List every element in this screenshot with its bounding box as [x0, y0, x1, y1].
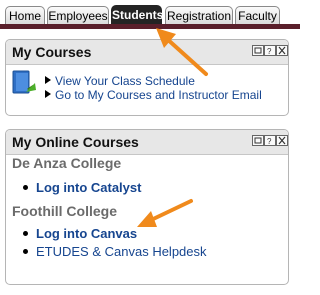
- svg-text:?: ?: [267, 47, 272, 55]
- main-tab-bar: Home Employees Students Registration Fac…: [0, 0, 300, 30]
- list-item: Log into Catalyst: [23, 180, 141, 195]
- tab-employees[interactable]: Employees: [47, 6, 109, 24]
- portlet-close-icon[interactable]: [276, 45, 288, 56]
- portlet-title: My Courses: [12, 44, 92, 60]
- bullet-icon: [23, 185, 28, 190]
- portlet-help-icon[interactable]: ?: [264, 135, 276, 146]
- etudes-canvas-helpdesk-link[interactable]: ETUDES & Canvas Helpdesk: [36, 244, 207, 259]
- view-class-schedule-link[interactable]: View Your Class Schedule: [55, 74, 195, 88]
- book-icon: [12, 68, 36, 103]
- portlet-header: My Online Courses ?: [6, 130, 288, 155]
- list-item: Go to My Courses and Instructor Email: [45, 88, 262, 102]
- portlet-edit-icon[interactable]: [252, 45, 264, 56]
- tab-students[interactable]: Students: [111, 5, 163, 25]
- deanza-heading: De Anza College: [12, 155, 122, 171]
- bullet-icon: [23, 249, 28, 254]
- tab-faculty[interactable]: Faculty: [235, 6, 280, 24]
- triangle-bullet-icon: [45, 76, 51, 84]
- log-into-catalyst-link[interactable]: Log into Catalyst: [36, 180, 141, 195]
- portlet-header: My Courses ?: [6, 40, 288, 65]
- bullet-icon: [23, 231, 28, 236]
- my-courses-email-link[interactable]: Go to My Courses and Instructor Email: [55, 88, 262, 102]
- list-item: ETUDES & Canvas Helpdesk: [23, 244, 207, 259]
- svg-text:?: ?: [267, 137, 272, 145]
- tab-underline: [0, 24, 300, 29]
- portlet-close-icon[interactable]: [276, 135, 288, 146]
- portlet-edit-icon[interactable]: [252, 135, 264, 146]
- foothill-heading: Foothill College: [12, 203, 117, 219]
- list-item: Log into Canvas: [23, 226, 137, 241]
- list-item: View Your Class Schedule: [45, 74, 195, 88]
- triangle-bullet-icon: [45, 90, 51, 98]
- log-into-canvas-link[interactable]: Log into Canvas: [36, 226, 137, 241]
- tab-registration[interactable]: Registration: [165, 6, 233, 24]
- portlet-title: My Online Courses: [12, 134, 139, 150]
- tab-home[interactable]: Home: [5, 6, 45, 24]
- my-courses-portlet: My Courses ? View Your Class Schedule Go…: [5, 39, 289, 116]
- online-courses-portlet: My Online Courses ? De Anza College Log …: [5, 129, 289, 285]
- portlet-help-icon[interactable]: ?: [264, 45, 276, 56]
